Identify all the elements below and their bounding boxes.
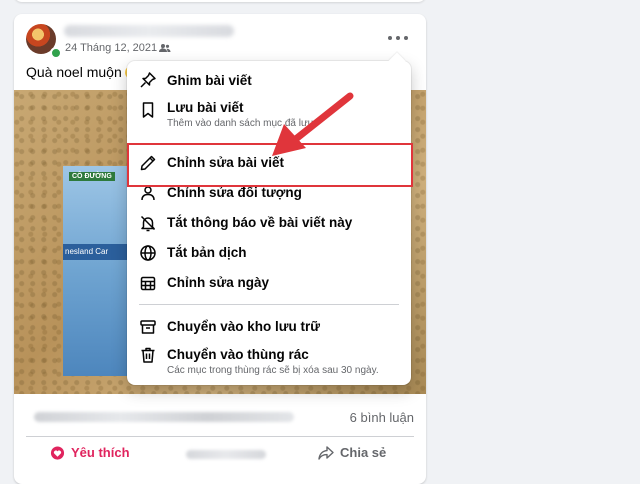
product-box-image: CÔ ĐƯỜNG nesland Car xyxy=(63,166,130,376)
online-status-dot xyxy=(50,47,62,59)
menu-label: Chỉnh sửa đối tượng xyxy=(167,185,302,200)
action-bar-divider xyxy=(26,436,414,437)
comments-count-link[interactable]: 6 bình luận xyxy=(350,410,414,425)
menu-item-archive[interactable]: Chuyển vào kho lưu trữ xyxy=(127,316,411,338)
dot-icon xyxy=(404,36,408,40)
reactions-summary-blurred[interactable] xyxy=(34,412,294,422)
pin-icon xyxy=(140,72,156,88)
menu-label: Tắt bản dịch xyxy=(167,245,247,260)
menu-item-pin-post[interactable]: Ghim bài viết xyxy=(127,70,411,92)
calendar-icon xyxy=(140,276,156,291)
menu-label: Chỉnh sửa ngày xyxy=(167,275,270,290)
menu-item-turn-off-notifications[interactable]: Tắt thông báo về bài viết này xyxy=(127,212,411,234)
dot-icon xyxy=(388,36,392,40)
share-arrow-icon xyxy=(318,445,334,460)
comment-button-blurred[interactable] xyxy=(186,450,266,459)
menu-item-turn-off-translation[interactable]: Tắt bản dịch xyxy=(127,242,411,264)
menu-separator xyxy=(139,304,399,305)
post-stats-row: 6 bình luận xyxy=(26,410,414,426)
menu-label: Ghim bài viết xyxy=(167,73,252,88)
share-label: Chia sẻ xyxy=(340,445,387,460)
like-label: Yêu thích xyxy=(71,445,130,460)
product-stripe-label: nesland Car xyxy=(63,244,130,260)
menu-item-move-to-trash[interactable]: Chuyển vào thùng rác Các mục trong thùng… xyxy=(127,344,411,380)
post-action-bar: Yêu thích Chia sẻ xyxy=(26,442,414,466)
previous-post-card-edge xyxy=(14,0,426,2)
share-button[interactable]: Chia sẻ xyxy=(318,445,386,460)
more-options-button[interactable] xyxy=(388,32,408,44)
friends-audience-icon[interactable] xyxy=(159,43,171,53)
menu-item-edit-date[interactable]: Chỉnh sửa ngày xyxy=(127,272,411,294)
author-name-blurred[interactable] xyxy=(64,25,234,37)
trash-icon xyxy=(141,347,155,363)
menu-label: Lưu bài viết xyxy=(167,100,244,115)
globe-icon xyxy=(140,245,156,261)
like-button[interactable]: Yêu thích xyxy=(50,445,130,460)
post-text-content: Quà noel muộn xyxy=(26,64,122,80)
annotation-arrow-icon xyxy=(272,92,354,156)
menu-label: Chuyển vào thùng rác xyxy=(167,347,309,362)
product-brand-label: CÔ ĐƯỜNG xyxy=(69,172,115,181)
bookmark-icon xyxy=(142,102,154,118)
post-date[interactable]: 24 Tháng 12, 2021 · xyxy=(65,42,164,54)
bell-off-icon xyxy=(140,215,156,232)
menu-sublabel: Các mục trong thùng rác sẽ bị xóa sau 30… xyxy=(167,365,379,376)
post-text: Quà noel muộn xyxy=(26,64,138,80)
menu-label: Tắt thông báo về bài viết này xyxy=(167,215,353,230)
heart-icon xyxy=(50,445,65,460)
dot-icon xyxy=(396,36,400,40)
menu-label: Chuyển vào kho lưu trữ xyxy=(167,319,321,334)
archive-icon xyxy=(140,320,156,334)
